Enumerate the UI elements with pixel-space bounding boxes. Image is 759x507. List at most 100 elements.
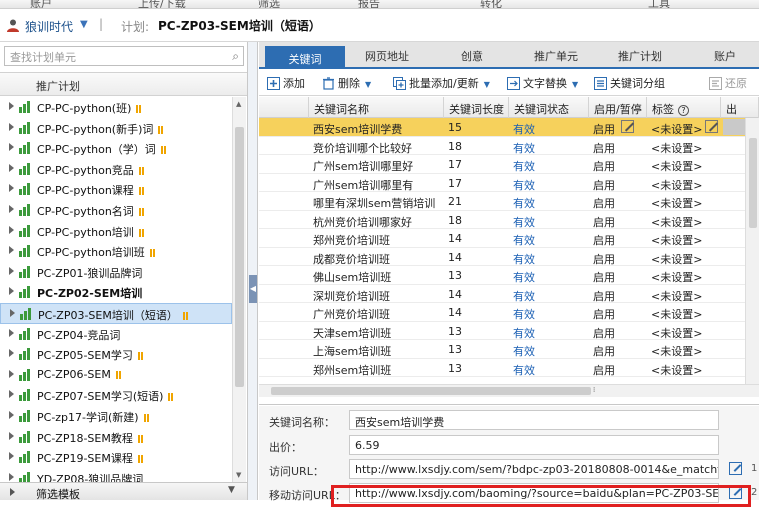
- account-dropdown-icon[interactable]: ▼: [80, 19, 88, 30]
- table-row[interactable]: 广州竞价培训班 14 有效 启用 <未设置>: [259, 303, 759, 322]
- keyword-cell[interactable]: 广州sem培训哪里好: [313, 158, 443, 174]
- sidebar-plan-item[interactable]: CP-PC-python（学）词: [0, 138, 232, 159]
- sidebar-plan-item[interactable]: CP-PC-python培训: [0, 221, 232, 242]
- expand-icon[interactable]: [10, 308, 15, 317]
- table-row[interactable]: 广州sem培训哪里有 17 有效 启用 <未设置>: [259, 174, 759, 193]
- keyword-cell[interactable]: 西安sem培训学费: [313, 121, 443, 137]
- tab-plans[interactable]: 推广计划: [605, 48, 675, 67]
- tag-cell[interactable]: <未设置>: [651, 158, 702, 174]
- menu-upload-download[interactable]: 上传/下载: [138, 0, 186, 8]
- column-enabled[interactable]: 启用/暂停: [589, 97, 647, 118]
- bid-cell[interactable]: [723, 119, 745, 135]
- enabled-cell[interactable]: 启用: [593, 158, 615, 174]
- keyword-name-field[interactable]: 西安sem培训学费: [349, 410, 719, 430]
- sidebar-plan-item[interactable]: CP-PC-python竞品: [0, 159, 232, 180]
- enabled-cell[interactable]: 启用: [593, 306, 615, 322]
- expand-icon[interactable]: [9, 452, 14, 461]
- keyword-cell[interactable]: 郑州竞价培训班: [313, 232, 443, 248]
- expand-icon[interactable]: [9, 204, 14, 213]
- table-row[interactable]: 佛山sem培训班 13 有效 启用 <未设置>: [259, 266, 759, 285]
- sidebar-plan-item[interactable]: CP-PC-python(班): [0, 97, 232, 118]
- edit-icon[interactable]: [705, 120, 718, 133]
- enabled-cell[interactable]: 启用: [593, 195, 615, 211]
- keyword-cell[interactable]: 广州竞价培训班: [313, 306, 443, 322]
- table-row[interactable]: 成都竞价培训班 14 有效 启用 <未设置>: [259, 248, 759, 267]
- table-row[interactable]: 郑州sem培训班 13 有效 启用 <未设置>: [259, 359, 759, 378]
- expand-icon[interactable]: [9, 431, 14, 440]
- panel-splitter[interactable]: ◀: [248, 42, 258, 500]
- column-tag[interactable]: 标签?: [647, 97, 721, 118]
- enabled-cell[interactable]: 启用: [593, 343, 615, 359]
- keyword-cell[interactable]: 深圳竞价培训班: [313, 288, 443, 304]
- table-row[interactable]: 竞价培训哪个比较好 18 有效 启用 <未设置>: [259, 137, 759, 156]
- sidebar-plan-item[interactable]: PC-ZP06-SEM: [0, 365, 232, 386]
- sidebar-plan-item[interactable]: PC-ZP07-SEM学习(短语): [0, 385, 232, 406]
- chevron-down-icon[interactable]: ▼: [228, 485, 235, 495]
- add-button[interactable]: 添加: [267, 75, 305, 91]
- sidebar-plan-item[interactable]: CP-PC-python名词: [0, 200, 232, 221]
- keyword-group-button[interactable]: 关键词分组: [594, 75, 665, 91]
- bulk-add-button[interactable]: 批量添加/更新 ▼: [393, 75, 490, 91]
- expand-icon[interactable]: [9, 184, 14, 193]
- expand-icon[interactable]: [9, 163, 14, 172]
- expand-icon[interactable]: [9, 225, 14, 234]
- table-row[interactable]: 深圳竞价培训班 14 有效 启用 <未设置>: [259, 285, 759, 304]
- menu-report[interactable]: 报告: [358, 0, 380, 8]
- table-row[interactable]: 西安sem培训学费 15 有效 启用 <未设置>: [259, 118, 759, 137]
- tab-keywords[interactable]: 关键词: [265, 46, 345, 69]
- grid-horizontal-scrollbar[interactable]: ⁞: [259, 384, 759, 397]
- table-row[interactable]: 广州sem培训哪里好 17 有效 启用 <未设置>: [259, 155, 759, 174]
- keyword-cell[interactable]: 成都竞价培训班: [313, 251, 443, 267]
- sidebar-plan-item[interactable]: PC-ZP03-SEM培训（短语）: [0, 302, 232, 324]
- sidebar-plan-item[interactable]: PC-ZP02-SEM培训: [0, 282, 232, 303]
- tag-cell[interactable]: <未设置>: [651, 214, 702, 230]
- tag-cell[interactable]: <未设置>: [651, 325, 702, 341]
- sidebar-plan-item[interactable]: YD-ZP08-狼训品牌词: [0, 468, 232, 482]
- table-row[interactable]: 天津sem培训班 13 有效 启用 <未设置>: [259, 322, 759, 341]
- tab-urls[interactable]: 网页地址: [352, 48, 422, 67]
- tag-cell[interactable]: <未设置>: [651, 195, 702, 211]
- enabled-cell[interactable]: 启用: [593, 288, 615, 304]
- enabled-cell[interactable]: 启用: [593, 251, 615, 267]
- sidebar-plan-item[interactable]: PC-zp17-学词(新建): [0, 406, 232, 427]
- tag-cell[interactable]: <未设置>: [651, 269, 702, 285]
- keyword-cell[interactable]: 广州sem培训哪里有: [313, 177, 443, 193]
- tab-account[interactable]: 账户: [695, 48, 755, 67]
- expand-icon[interactable]: [9, 349, 14, 358]
- sidebar-plan-item[interactable]: PC-ZP01-狼训品牌词: [0, 262, 232, 283]
- text-replace-button[interactable]: 文字替换 ▼: [507, 75, 578, 91]
- help-icon[interactable]: ?: [678, 105, 689, 116]
- expand-icon[interactable]: [9, 102, 14, 110]
- column-more[interactable]: 出: [721, 97, 759, 118]
- bid-field[interactable]: 6.59: [349, 435, 719, 455]
- open-link-icon[interactable]: [729, 462, 742, 475]
- enabled-cell[interactable]: 启用: [593, 140, 615, 156]
- scrollbar-thumb[interactable]: [235, 127, 244, 387]
- filter-template-bar[interactable]: 筛选模板 ▼: [0, 482, 247, 501]
- sidebar-plan-item[interactable]: PC-ZP18-SEM教程: [0, 427, 232, 448]
- chevron-down-icon[interactable]: ▼: [365, 80, 371, 89]
- expand-icon[interactable]: [9, 246, 14, 255]
- keyword-cell[interactable]: 佛山sem培训班: [313, 269, 443, 285]
- url-field[interactable]: http://www.lxsdjy.com/sem/?bdpc-zp03-201…: [349, 459, 719, 479]
- enabled-cell[interactable]: 启用: [593, 362, 615, 378]
- column-status[interactable]: 关键词状态: [509, 97, 589, 118]
- expand-icon[interactable]: [9, 328, 14, 337]
- tag-cell[interactable]: <未设置>: [651, 251, 702, 267]
- sidebar-plan-item[interactable]: CP-PC-python培训班: [0, 241, 232, 262]
- sidebar-plan-item[interactable]: CP-PC-python课程: [0, 179, 232, 200]
- sidebar-plan-item[interactable]: PC-ZP04-竞品词: [0, 324, 232, 345]
- tag-cell[interactable]: <未设置>: [651, 232, 702, 248]
- column-keyword[interactable]: 关键词名称: [309, 97, 444, 118]
- tag-cell[interactable]: <未设置>: [651, 121, 702, 137]
- keyword-cell[interactable]: 哪里有深圳sem营销培训: [313, 195, 443, 211]
- expand-icon[interactable]: [9, 390, 14, 399]
- table-row[interactable]: 上海sem培训班 13 有效 启用 <未设置>: [259, 340, 759, 359]
- tag-cell[interactable]: <未设置>: [651, 362, 702, 378]
- sidebar-plan-item[interactable]: CP-PC-python(新手)词: [0, 118, 232, 139]
- keyword-cell[interactable]: 杭州竞价培训哪家好: [313, 214, 443, 230]
- expand-icon[interactable]: [9, 266, 14, 275]
- collapse-left-icon[interactable]: ◀: [249, 275, 257, 303]
- delete-button[interactable]: 删除 ▼: [322, 75, 371, 91]
- keyword-cell[interactable]: 上海sem培训班: [313, 343, 443, 359]
